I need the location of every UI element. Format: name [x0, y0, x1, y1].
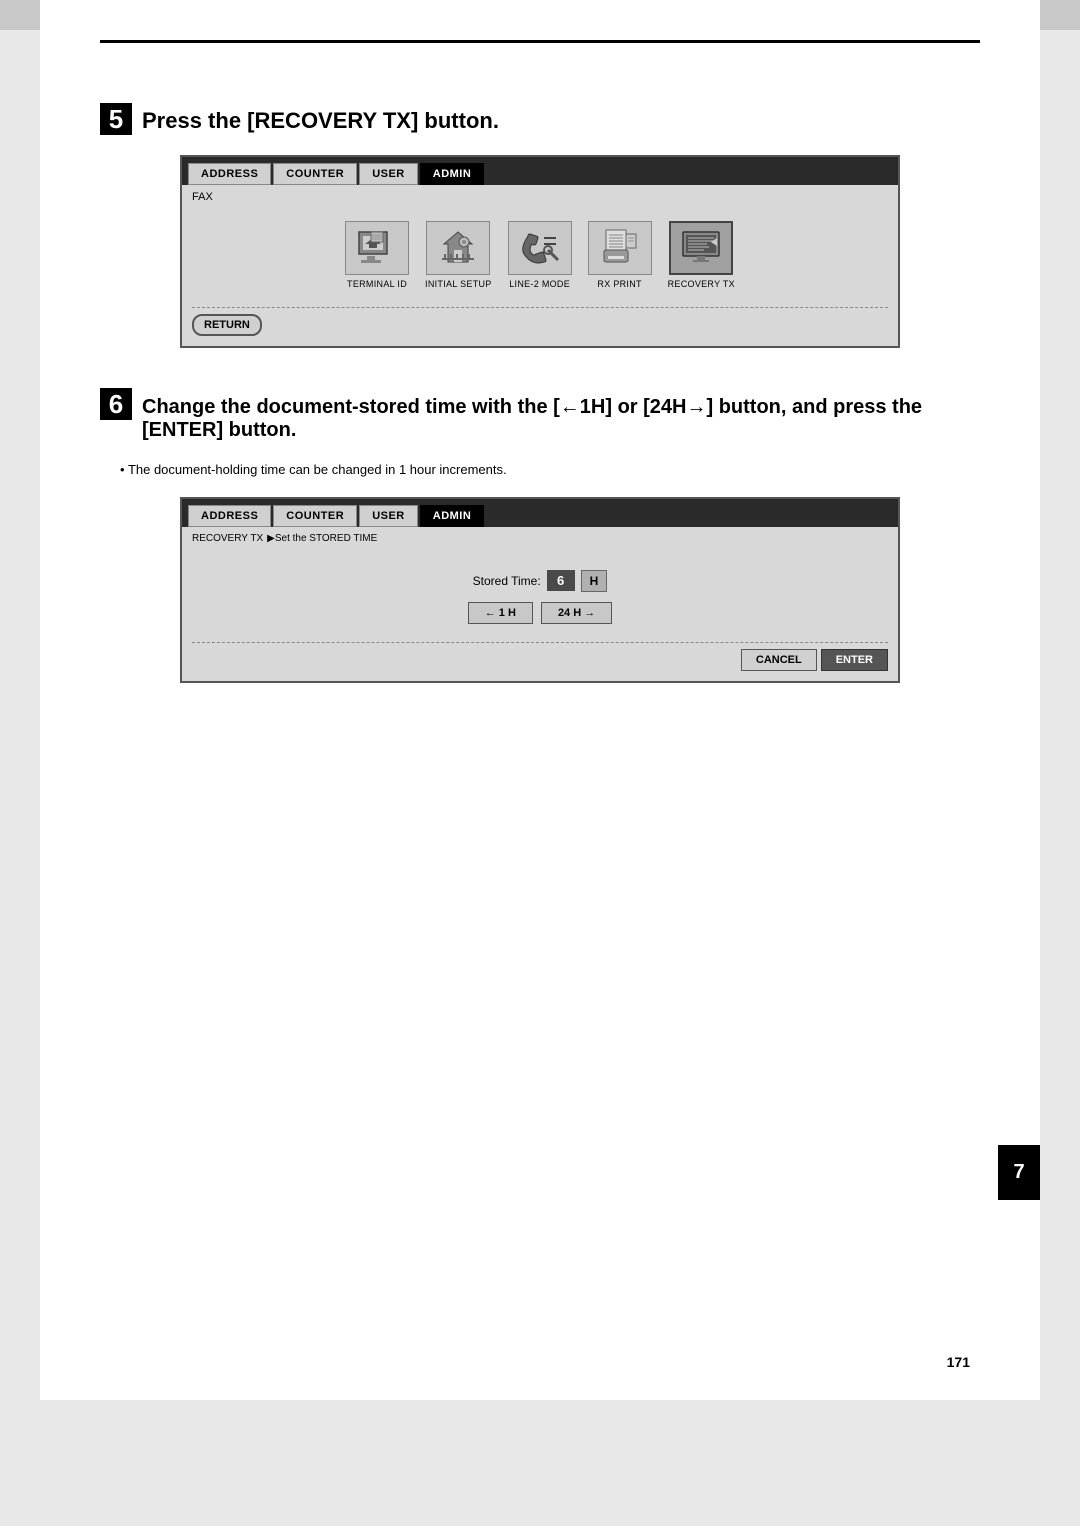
step-6-header: 6 Change the document-stored time with t…	[100, 388, 980, 442]
recovery-tx-label: RECOVERY TX	[668, 279, 735, 289]
initial-setup-item: INITIAL SETUP	[425, 221, 492, 289]
fax-label: FAX	[192, 191, 888, 203]
screen-body-1: FAX	[182, 185, 898, 346]
tab-admin-2[interactable]: ADMIN	[420, 505, 485, 527]
line2-mode-label: LINE-2 MODE	[509, 279, 570, 289]
terminal-id-icon	[355, 228, 399, 268]
initial-setup-icon-box[interactable]	[426, 221, 490, 275]
tab-address-2[interactable]: ADDRESS	[188, 505, 271, 527]
initial-setup-icon	[436, 228, 480, 268]
top-divider	[100, 40, 980, 43]
tab-counter-2[interactable]: COUNTER	[273, 505, 357, 527]
stored-time-row: Stored Time: 6 H	[473, 570, 608, 592]
screen-mockup-1: ADDRESS COUNTER USER ADMIN FAX	[180, 155, 900, 348]
rx-print-icon-box[interactable]	[588, 221, 652, 275]
line2-mode-item: LINE-2 MODE	[508, 221, 572, 289]
rx-print-icon	[598, 228, 642, 268]
nav-buttons: ← 1 H 24 H →	[468, 602, 612, 624]
initial-setup-label: INITIAL SETUP	[425, 279, 492, 289]
rx-print-label: RX PRINT	[597, 279, 641, 289]
stored-time-label: Stored Time:	[473, 574, 541, 588]
breadcrumb-arrow: ▶Set the STORED TIME	[267, 533, 377, 544]
tab-admin-1[interactable]: ADMIN	[420, 163, 485, 185]
stored-time-unit: H	[581, 570, 608, 592]
line2-mode-icon-box[interactable]	[508, 221, 572, 275]
recovery-tx-icon-box[interactable]	[669, 221, 733, 275]
forward-24h-button[interactable]: 24 H →	[541, 602, 612, 624]
page-content: 5 Press the [RECOVERY TX] button. ADDRES…	[40, 0, 1040, 1400]
screen-footer-1: RETURN	[192, 307, 888, 336]
screen-footer-2: CANCEL ENTER	[192, 642, 888, 671]
page-number-tab: 7	[998, 1145, 1040, 1200]
recovery-tx-item: RECOVERY TX	[668, 221, 735, 289]
bottom-page-number: 171	[947, 1354, 970, 1370]
enter-button[interactable]: ENTER	[821, 649, 888, 671]
step-6-bullet: • The document-holding time can be chang…	[120, 462, 980, 477]
step-5-header: 5 Press the [RECOVERY TX] button.	[100, 103, 980, 135]
step-5-number: 5	[100, 103, 132, 135]
tab-user-2[interactable]: USER	[359, 505, 418, 527]
rx-print-item: RX PRINT	[588, 221, 652, 289]
stored-time-section: Stored Time: 6 H ← 1 H 24 H →	[192, 554, 888, 634]
step-6-number: 6	[100, 388, 132, 420]
screen-mockup-2: ADDRESS COUNTER USER ADMIN RECOVERY TX ▶…	[180, 497, 900, 683]
step-6-section: 6 Change the document-stored time with t…	[100, 388, 980, 683]
terminal-id-item: TERMINAL ID	[345, 221, 409, 289]
tab-user-1[interactable]: USER	[359, 163, 418, 185]
terminal-id-icon-box[interactable]	[345, 221, 409, 275]
back-1h-button[interactable]: ← 1 H	[468, 602, 533, 624]
terminal-id-label: TERMINAL ID	[347, 279, 407, 289]
breadcrumb-path: RECOVERY TX	[192, 533, 263, 544]
cancel-button[interactable]: CANCEL	[741, 649, 817, 671]
step-5-title: Press the [RECOVERY TX] button.	[142, 108, 499, 134]
tab-address-1[interactable]: ADDRESS	[188, 163, 271, 185]
breadcrumb-line: RECOVERY TX ▶Set the STORED TIME	[192, 533, 888, 544]
line2-mode-icon	[518, 228, 562, 268]
icon-row: TERMINAL ID	[192, 211, 888, 299]
step-6-title: Change the document-stored time with the…	[142, 396, 980, 442]
recovery-tx-icon	[679, 228, 723, 268]
tab-bar-1: ADDRESS COUNTER USER ADMIN	[182, 157, 898, 185]
screen-body-2: RECOVERY TX ▶Set the STORED TIME Stored …	[182, 527, 898, 681]
return-button[interactable]: RETURN	[192, 314, 262, 336]
step-5-section: 5 Press the [RECOVERY TX] button. ADDRES…	[100, 103, 980, 348]
tab-bar-2: ADDRESS COUNTER USER ADMIN	[182, 499, 898, 527]
tab-counter-1[interactable]: COUNTER	[273, 163, 357, 185]
stored-time-value: 6	[547, 570, 575, 591]
